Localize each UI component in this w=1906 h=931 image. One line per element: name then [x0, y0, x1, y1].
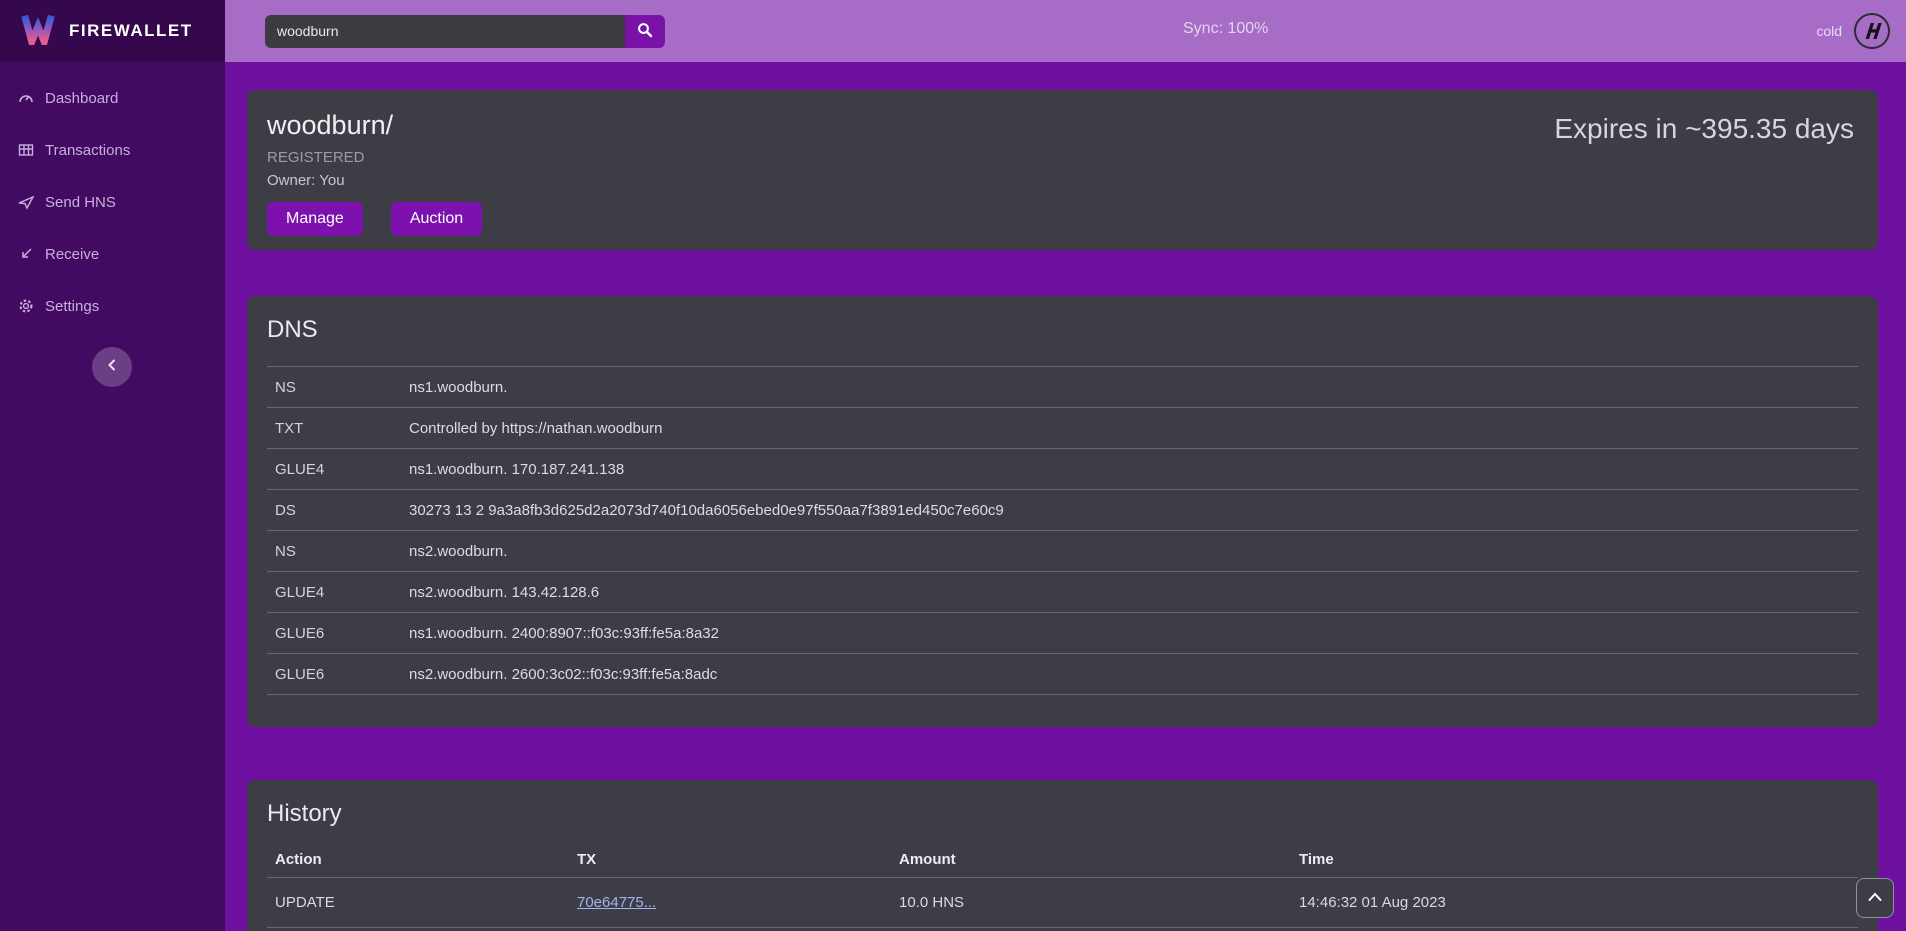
column-header-tx: TX [577, 851, 899, 868]
wallet-name: cold [1816, 23, 1842, 39]
dns-record-row: NS ns2.woodburn. [267, 531, 1858, 572]
sidebar: FIREWALLET Dashboard Transactions Send H… [0, 0, 225, 931]
sidebar-item-settings[interactable]: Settings [0, 284, 225, 328]
history-time: 14:46:32 01 Aug 2023 [1299, 894, 1858, 911]
auction-button[interactable]: Auction [391, 202, 482, 236]
dns-table: NS ns1.woodburn. TXT Controlled by https… [267, 366, 1858, 695]
dns-record-value: ns1.woodburn. 2400:8907::f03c:93ff:fe5a:… [409, 625, 719, 642]
domain-actions: Manage Auction [267, 202, 1858, 236]
history-amount: 10.0 HNS [899, 894, 1299, 911]
dns-record-type: TXT [267, 420, 409, 437]
domain-card: woodburn/ REGISTERED Owner: You Manage A… [247, 90, 1878, 250]
sidebar-item-label: Dashboard [45, 90, 118, 107]
brand-header: FIREWALLET [0, 0, 225, 62]
topbar: Sync: 100% cold [225, 0, 1906, 62]
history-card: History Action TX Amount Time UPDATE 70e… [247, 780, 1878, 931]
dns-record-type: DS [267, 502, 409, 519]
scroll-top-button[interactable] [1856, 878, 1894, 918]
sidebar-item-label: Send HNS [45, 194, 116, 211]
settings-icon [18, 298, 34, 314]
column-header-amount: Amount [899, 851, 1299, 868]
search-input[interactable] [265, 15, 625, 48]
dns-record-row: DS 30273 13 2 9a3a8fb3d625d2a2073d740f10… [267, 490, 1858, 531]
dns-record-type: NS [267, 543, 409, 560]
dns-record-value: ns2.woodburn. 2600:3c02::f03c:93ff:fe5a:… [409, 666, 717, 683]
search-icon [637, 22, 653, 41]
dns-record-row: TXT Controlled by https://nathan.woodbur… [267, 408, 1858, 449]
dns-record-type: GLUE6 [267, 666, 409, 683]
manage-button[interactable]: Manage [267, 202, 363, 236]
dns-record-value: ns2.woodburn. [409, 543, 507, 560]
dns-record-value: Controlled by https://nathan.woodburn [409, 420, 663, 437]
history-header-row: Action TX Amount Time [267, 842, 1858, 878]
handshake-logo-icon [1854, 13, 1890, 49]
brand-name: FIREWALLET [69, 21, 193, 41]
dns-record-row: NS ns1.woodburn. [267, 367, 1858, 408]
search-button[interactable] [625, 15, 665, 48]
chevron-left-icon [106, 358, 118, 376]
dns-record-type: NS [267, 379, 409, 396]
tx-link[interactable]: 70e64775... [577, 894, 656, 911]
sidebar-item-transactions[interactable]: Transactions [0, 128, 225, 172]
transactions-icon [18, 142, 34, 158]
domain-status: REGISTERED [267, 149, 1858, 166]
dns-record-type: GLUE4 [267, 461, 409, 478]
sidebar-item-label: Transactions [45, 142, 130, 159]
sidebar-item-dashboard[interactable]: Dashboard [0, 76, 225, 120]
history-title: History [267, 800, 1858, 828]
dns-record-type: GLUE6 [267, 625, 409, 642]
receive-icon [18, 246, 34, 262]
wallet-group: cold [1816, 0, 1890, 62]
main-content: woodburn/ REGISTERED Owner: You Manage A… [225, 62, 1906, 931]
history-table: Action TX Amount Time UPDATE 70e64775...… [267, 842, 1858, 931]
sidebar-item-send-hns[interactable]: Send HNS [0, 180, 225, 224]
dns-record-value: ns1.woodburn. [409, 379, 507, 396]
domain-owner: Owner: You [267, 172, 1858, 189]
dns-card: DNS NS ns1.woodburn. TXT Controlled by h… [247, 296, 1878, 727]
history-action: UPDATE [267, 894, 577, 911]
sidebar-collapse-button[interactable] [92, 347, 132, 387]
sync-status: Sync: 100% [1183, 20, 1268, 38]
sidebar-item-label: Settings [45, 298, 99, 315]
sidebar-item-receive[interactable]: Receive [0, 232, 225, 276]
dns-record-type: GLUE4 [267, 584, 409, 601]
domain-expiry: Expires in ~395.35 days [1554, 113, 1854, 145]
dns-record-row: GLUE4 ns1.woodburn. 170.187.241.138 [267, 449, 1858, 490]
dns-record-row: GLUE4 ns2.woodburn. 143.42.128.6 [267, 572, 1858, 613]
dns-record-value: ns1.woodburn. 170.187.241.138 [409, 461, 624, 478]
dns-record-value: ns2.woodburn. 143.42.128.6 [409, 584, 599, 601]
dashboard-icon [18, 90, 34, 106]
search-group [265, 15, 665, 48]
chevron-up-icon [1868, 889, 1882, 907]
column-header-action: Action [267, 851, 577, 868]
dns-title: DNS [267, 316, 1858, 344]
dns-record-row: GLUE6 ns1.woodburn. 2400:8907::f03c:93ff… [267, 613, 1858, 654]
history-row: UPDATE 70e64775... 10.0 HNS 14:46:32 01 … [267, 878, 1858, 928]
sidebar-nav: Dashboard Transactions Send HNS Receive … [0, 62, 225, 328]
sidebar-item-label: Receive [45, 246, 99, 263]
dns-record-value: 30273 13 2 9a3a8fb3d625d2a2073d740f10da6… [409, 502, 1004, 519]
send-icon [18, 194, 34, 210]
dns-record-row: GLUE6 ns2.woodburn. 2600:3c02::f03c:93ff… [267, 654, 1858, 695]
column-header-time: Time [1299, 851, 1858, 868]
firewallet-logo-icon [20, 13, 56, 50]
